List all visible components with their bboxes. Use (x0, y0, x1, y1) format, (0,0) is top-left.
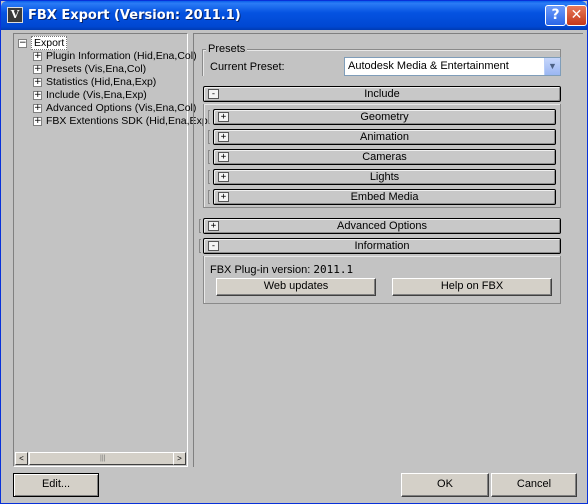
tree-horizontal-scrollbar[interactable]: < ||| > (15, 452, 186, 465)
tree-item[interactable]: + Advanced Options (Vis,Ena,Col) (33, 102, 196, 115)
fbx-export-window: V FBX Export (Version: 2011.1) ? ✕ − Expo… (0, 0, 588, 504)
rollout-edge (208, 170, 210, 184)
close-button[interactable]: ✕ (566, 5, 587, 26)
current-preset-label: Current Preset: (210, 61, 285, 73)
embed-media-label: Embed Media (350, 191, 419, 203)
window-title: FBX Export (Version: 2011.1) (28, 8, 241, 23)
tree-item[interactable]: + Statistics (Hid,Ena,Exp) (33, 76, 156, 89)
information-rollout[interactable]: - Information (203, 238, 561, 254)
information-label: Information (354, 240, 410, 252)
scroll-left-icon[interactable]: < (15, 452, 28, 465)
include-rollout[interactable]: - Include (203, 86, 561, 102)
tree-item-label[interactable]: FBX Extentions SDK (Hid,Ena,Exp (46, 115, 208, 127)
expand-icon[interactable]: + (33, 64, 42, 74)
embed-media-rollout[interactable]: + Embed Media (213, 189, 556, 205)
tree-item-label[interactable]: Presets (Vis,Ena,Col) (46, 63, 146, 75)
ok-button[interactable]: OK (401, 473, 489, 497)
chevron-down-icon[interactable]: ▼ (544, 58, 560, 75)
expand-icon[interactable]: + (33, 77, 42, 87)
scroll-right-icon[interactable]: > (173, 452, 186, 465)
plugin-version-label: FBX Plug-in version: (210, 264, 311, 276)
expand-icon[interactable]: + (218, 172, 229, 182)
advanced-options-label: Advanced Options (337, 220, 427, 232)
cameras-label: Cameras (362, 151, 407, 163)
title-bar[interactable]: V FBX Export (Version: 2011.1) ? ✕ (1, 1, 587, 30)
help-button[interactable]: ? (545, 5, 566, 26)
export-tree: − Export + Plugin Information (Hid,Ena,Col… (13, 33, 208, 467)
tree-item[interactable]: + Presets (Vis,Ena,Col) (33, 63, 146, 76)
expand-icon[interactable]: + (33, 90, 42, 100)
dialog-client: − Export + Plugin Information (Hid,Ena,Col… (5, 30, 583, 498)
include-label: Include (364, 88, 400, 100)
scroll-grip-icon: ||| (100, 455, 106, 462)
tree-item[interactable]: + FBX Extentions SDK (Hid,Ena,Exp (33, 115, 208, 128)
lights-rollout[interactable]: + Lights (213, 169, 556, 185)
collapse-icon[interactable]: - (208, 241, 219, 251)
geometry-label: Geometry (360, 111, 409, 123)
advanced-options-rollout[interactable]: + Advanced Options (203, 218, 561, 234)
animation-label: Animation (360, 131, 409, 143)
rollout-edge (208, 190, 210, 204)
plugin-version-line: FBX Plug-in version: 2011.1 (210, 263, 353, 276)
help-on-fbx-button[interactable]: Help on FBX (392, 278, 552, 296)
cancel-button[interactable]: Cancel (491, 473, 577, 497)
tree-item-label[interactable]: Plugin Information (Hid,Ena,Col) (46, 50, 197, 62)
collapse-icon[interactable]: - (208, 89, 219, 99)
rollout-edge (208, 130, 210, 144)
tree-root[interactable]: − Export (18, 36, 68, 50)
expand-icon[interactable]: + (218, 112, 229, 122)
edit-button[interactable]: Edit... (13, 473, 99, 497)
animation-rollout[interactable]: + Animation (213, 129, 556, 145)
cameras-rollout[interactable]: + Cameras (213, 149, 556, 165)
expand-icon[interactable]: + (33, 103, 42, 113)
expand-icon[interactable]: + (208, 221, 219, 231)
collapse-icon[interactable]: − (18, 38, 27, 48)
geometry-rollout[interactable]: + Geometry (213, 109, 556, 125)
tree-root-label[interactable]: Export (31, 36, 68, 50)
current-preset-value: Autodesk Media & Entertainment (348, 60, 509, 72)
tree-item[interactable]: + Include (Vis,Ena,Exp) (33, 89, 147, 102)
tree-item-label[interactable]: Include (Vis,Ena,Exp) (46, 89, 147, 101)
scroll-thumb[interactable]: ||| (29, 452, 179, 465)
tree-item[interactable]: + Plugin Information (Hid,Ena,Col) (33, 50, 197, 63)
plugin-version-value: 2011.1 (313, 263, 354, 276)
rollout-edge (208, 150, 210, 164)
rollout-edge (199, 219, 201, 233)
expand-icon[interactable]: + (218, 132, 229, 142)
rollout-edge (208, 110, 210, 124)
presets-group-label: Presets (206, 43, 248, 55)
expand-icon[interactable]: + (33, 51, 42, 61)
web-updates-button[interactable]: Web updates (216, 278, 376, 296)
lights-label: Lights (369, 171, 400, 183)
expand-icon[interactable]: + (218, 192, 229, 202)
rollout-edge (199, 239, 201, 253)
expand-icon[interactable]: + (218, 152, 229, 162)
app-logo-icon: V (7, 7, 23, 23)
expand-icon[interactable]: + (33, 116, 42, 126)
current-preset-dropdown[interactable]: Autodesk Media & Entertainment ▼ (344, 57, 561, 76)
tree-item-label[interactable]: Advanced Options (Vis,Ena,Col) (46, 102, 196, 114)
tree-item-label[interactable]: Statistics (Hid,Ena,Exp) (46, 76, 156, 88)
